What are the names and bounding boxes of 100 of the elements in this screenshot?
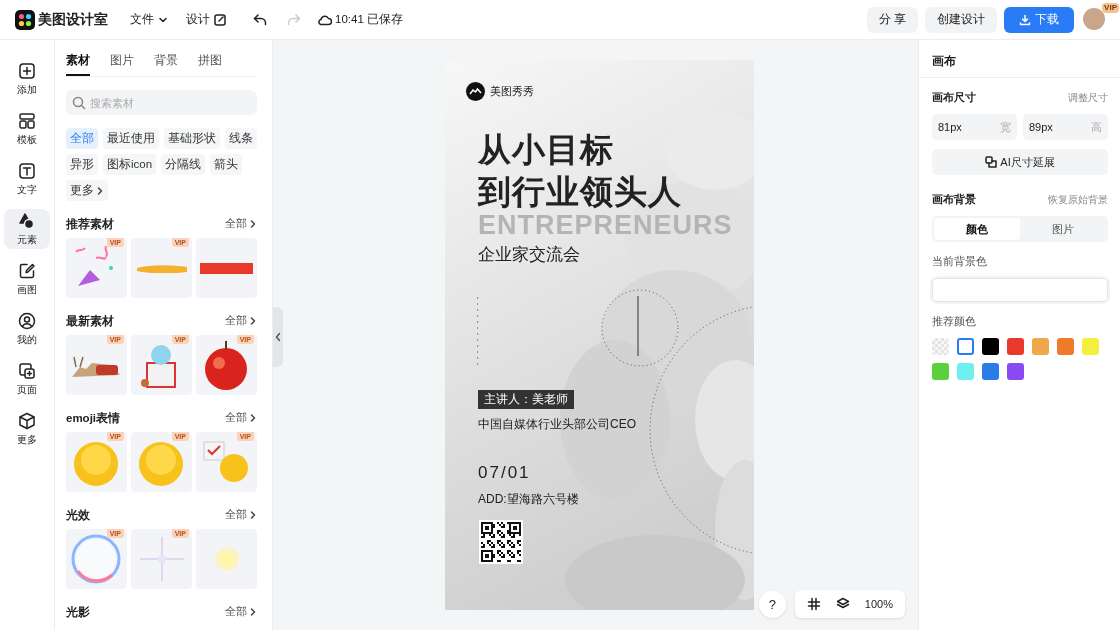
sidebar-item[interactable]: 更多 bbox=[4, 409, 50, 449]
chevron-icon bbox=[249, 413, 257, 423]
background-word: ENTREPRENEURS bbox=[478, 213, 733, 237]
poster-subtitle: 企业家交流会 bbox=[478, 244, 580, 266]
speaker-tag: 主讲人：美老师 bbox=[478, 390, 574, 409]
color-swatch[interactable] bbox=[932, 363, 949, 380]
color-swatch[interactable] bbox=[957, 363, 974, 380]
event-date: 07/01 bbox=[478, 463, 531, 483]
see-all-link[interactable]: 全部 bbox=[225, 217, 257, 231]
speaker-title: 中国自媒体行业头部公司CEO bbox=[478, 416, 636, 433]
section-title: 画布背景 bbox=[932, 192, 976, 207]
color-swatch[interactable] bbox=[1007, 363, 1024, 380]
filter-chip[interactable]: 线条 bbox=[225, 128, 257, 149]
section-title: emoji表情 bbox=[66, 410, 121, 426]
asset-thumbnail[interactable] bbox=[196, 238, 257, 298]
brand-name: 美图秀秀 bbox=[490, 84, 534, 99]
chevron-icon bbox=[249, 219, 257, 229]
color-swatch[interactable] bbox=[1057, 338, 1074, 355]
qr-code-drawing bbox=[479, 520, 523, 564]
see-all-link[interactable]: 全部 bbox=[225, 605, 257, 619]
section-title: 光影 bbox=[66, 604, 90, 620]
add-icon bbox=[18, 61, 36, 80]
filter-chip[interactable]: 分隔线 bbox=[161, 154, 206, 175]
restore-link[interactable]: 恢复原始背景 bbox=[1048, 192, 1108, 207]
download-button[interactable]: 下载 bbox=[1004, 6, 1074, 33]
sidebar-item[interactable]: 模板 bbox=[4, 109, 50, 149]
draw-icon bbox=[18, 261, 36, 280]
menu-button[interactable]: 设计 bbox=[186, 11, 226, 28]
color-swatch[interactable] bbox=[1007, 338, 1024, 355]
see-all-link[interactable]: 全部 bbox=[225, 508, 257, 522]
redo-icon bbox=[286, 11, 302, 28]
poster-title: 到行业领头人 bbox=[478, 172, 682, 212]
tab[interactable]: 图片 bbox=[110, 52, 134, 76]
size-field[interactable]: 81px 宽 bbox=[932, 114, 1017, 140]
avatar[interactable] bbox=[1083, 7, 1105, 30]
app-name: 美图设计室 bbox=[38, 10, 108, 29]
tab[interactable]: 拼图 bbox=[198, 52, 222, 76]
color-swatch[interactable] bbox=[957, 338, 974, 355]
chevron-icon bbox=[249, 316, 257, 326]
tab[interactable]: 素材 bbox=[66, 52, 90, 76]
grid-icon[interactable] bbox=[806, 597, 821, 611]
vip-badge: VIP bbox=[1102, 2, 1119, 13]
sidebar-item[interactable]: 文字 bbox=[4, 159, 50, 199]
tab[interactable]: 背景 bbox=[154, 52, 178, 76]
brand-logo-icon bbox=[466, 82, 485, 101]
element-icon bbox=[18, 211, 36, 230]
help-button[interactable]: ? bbox=[758, 590, 786, 618]
ai-extend-button[interactable]: AI尺寸延展 bbox=[932, 149, 1108, 175]
page-icon bbox=[18, 361, 36, 380]
template-icon bbox=[18, 111, 36, 130]
sidebar-item[interactable]: 我的 bbox=[4, 309, 50, 349]
color-swatch[interactable] bbox=[1082, 338, 1099, 355]
field-label: 推荐颜色 bbox=[932, 314, 977, 329]
see-all-link[interactable]: 全部 bbox=[225, 411, 257, 425]
action-button[interactable]: 创建设计 bbox=[925, 6, 997, 33]
save-status: 10:41 已保存 bbox=[335, 12, 403, 27]
color-swatch[interactable] bbox=[1032, 338, 1049, 355]
undo-icon bbox=[252, 11, 268, 28]
zoom-level[interactable]: 100% bbox=[864, 598, 893, 610]
filter-chip[interactable]: 箭头 bbox=[210, 154, 243, 175]
sidebar-item[interactable]: 添加 bbox=[4, 59, 50, 99]
menu-button[interactable]: 文件 bbox=[130, 11, 168, 28]
segment-tab[interactable]: 图片 bbox=[1020, 218, 1106, 240]
panel-title: 画布 bbox=[919, 40, 1120, 78]
section-title: 画布尺寸 bbox=[932, 90, 976, 105]
text-icon bbox=[18, 161, 36, 180]
chevron-icon bbox=[249, 510, 257, 520]
segment-tab[interactable]: 颜色 bbox=[934, 218, 1020, 240]
mine-icon bbox=[18, 311, 36, 330]
layers-icon[interactable] bbox=[835, 597, 850, 611]
poster-title: 从小目标 bbox=[478, 130, 615, 170]
collapse-handle[interactable] bbox=[273, 307, 283, 367]
asset-thumbnail[interactable] bbox=[196, 529, 257, 589]
search-field[interactable]: 搜索素材 bbox=[66, 90, 257, 115]
sidebar-item[interactable]: 元素 bbox=[4, 209, 50, 249]
section-title: 推荐素材 bbox=[66, 216, 114, 232]
chevron-icon bbox=[275, 332, 281, 342]
section-title: 最新素材 bbox=[66, 313, 114, 329]
more-filter-chip[interactable]: 更多 bbox=[66, 180, 108, 201]
action-button[interactable]: 分 享 bbox=[866, 6, 918, 33]
event-address: ADD:望海路六号楼 bbox=[478, 491, 579, 508]
edit-icon bbox=[214, 13, 226, 26]
chevron-icon bbox=[249, 607, 257, 617]
filter-chip[interactable]: 全部 bbox=[66, 128, 98, 149]
filter-chip[interactable]: 异形 bbox=[66, 154, 98, 175]
see-all-link[interactable]: 全部 bbox=[225, 314, 257, 328]
filter-chip[interactable]: 最近使用 bbox=[103, 128, 159, 149]
section-title: 光效 bbox=[66, 507, 90, 523]
color-swatch[interactable] bbox=[932, 338, 949, 355]
resize-link[interactable]: 调整尺寸 bbox=[1068, 90, 1108, 105]
size-field[interactable]: 89px 高 bbox=[1023, 114, 1108, 140]
more-icon bbox=[18, 411, 36, 430]
color-field[interactable] bbox=[932, 278, 1108, 302]
color-swatch[interactable] bbox=[982, 363, 999, 380]
filter-chip[interactable]: 图标icon bbox=[103, 154, 157, 175]
ai-extend-icon bbox=[985, 156, 998, 168]
sidebar-item[interactable]: 页面 bbox=[4, 359, 50, 399]
sidebar-item[interactable]: 画图 bbox=[4, 259, 50, 299]
filter-chip[interactable]: 基础形状 bbox=[164, 128, 220, 149]
color-swatch[interactable] bbox=[982, 338, 999, 355]
